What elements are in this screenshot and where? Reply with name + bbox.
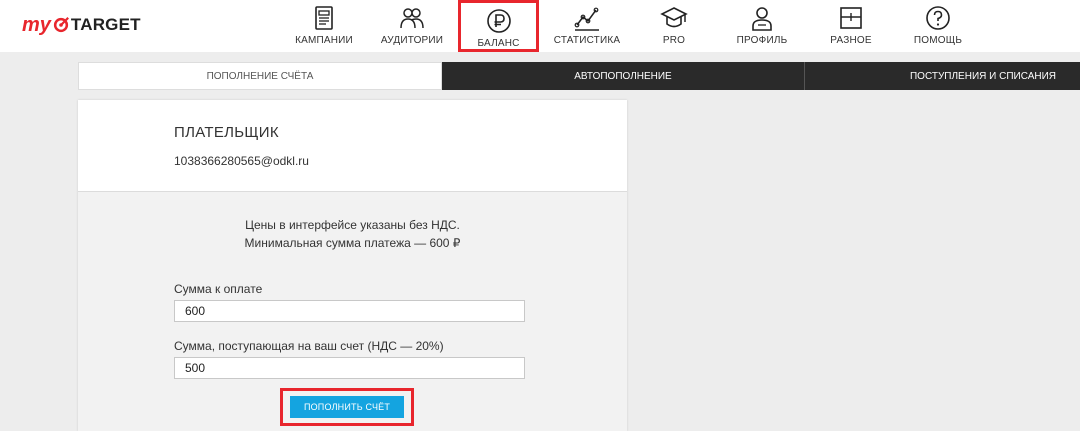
amount-label: Сумма к оплате (174, 282, 263, 296)
ruble-icon (486, 9, 511, 33)
document-icon (315, 6, 333, 30)
nav-statistics[interactable]: СТАТИСТИКА (553, 0, 621, 52)
nav-misc[interactable]: РАЗНОЕ (829, 0, 873, 52)
tab-transactions[interactable]: ПОСТУПЛЕНИЯ И СПИСАНИЯ (805, 62, 1080, 90)
nav-label: КАМПАНИИ (295, 35, 353, 46)
nav-help[interactable]: ПОМОЩЬ (912, 0, 964, 52)
tab-top-up[interactable]: ПОПОЛНЕНИЕ СЧЁТА (78, 62, 442, 90)
top-header: my TARGET КАМПАНИИ АУДИТОРИИ БАЛАНС СТАТ… (0, 0, 1080, 52)
nav-campaigns[interactable]: КАМПАНИИ (295, 0, 353, 52)
nav-pro[interactable]: PRO (656, 0, 692, 52)
chart-icon (574, 7, 599, 31)
mytarget-logo[interactable]: my TARGET (22, 10, 141, 40)
nav-audiences[interactable]: АУДИТОРИИ (380, 0, 444, 52)
nav-label: СТАТИСТИКА (553, 35, 621, 46)
received-amount-input[interactable]: 500 (174, 357, 525, 379)
grid-icon (840, 7, 862, 29)
person-icon (752, 7, 772, 31)
nav-label: PRO (662, 35, 686, 46)
logo-mark-icon (53, 17, 69, 33)
min-payment-note-line: Минимальная сумма платежа — 600 ₽ (244, 236, 461, 250)
top-up-card: ПЛАТЕЛЬЩИК 1038366280565@odkl.ru Цены в … (78, 100, 627, 431)
balance-tabs: ПОПОЛНЕНИЕ СЧЁТА АВТОПОПОЛНЕНИЕ ПОСТУПЛЕ… (78, 62, 1080, 90)
help-icon (926, 6, 950, 30)
nav-balance[interactable]: БАЛАНС (458, 0, 539, 52)
top-up-button[interactable]: ПОПОЛНИТЬ СЧЁТ (290, 396, 404, 418)
vat-note-line: Цены в интерфейсе указаны без НДС. (245, 218, 460, 232)
graduation-cap-icon (660, 7, 688, 28)
nav-label: ПОМОЩЬ (913, 35, 963, 46)
payer-email: 1038366280565@odkl.ru (174, 154, 309, 168)
nav-label: БАЛАНС (477, 38, 520, 49)
nav-profile[interactable]: ПРОФИЛЬ (736, 0, 788, 52)
tab-auto-top-up[interactable]: АВТОПОПОЛНЕНИЕ (442, 62, 805, 90)
nav-label: АУДИТОРИИ (380, 35, 444, 46)
payer-title: ПЛАТЕЛЬЩИК (174, 124, 279, 141)
payer-section: ПЛАТЕЛЬЩИК 1038366280565@odkl.ru (78, 100, 627, 192)
vat-note: Цены в интерфейсе указаны без НДС. Миним… (78, 216, 627, 252)
amount-input[interactable]: 600 (174, 300, 525, 322)
nav-label: РАЗНОЕ (830, 35, 872, 46)
nav-label: ПРОФИЛЬ (736, 35, 788, 46)
logo-target-text: TARGET (70, 15, 141, 34)
received-amount-label: Сумма, поступающая на ваш счет (НДС — 20… (174, 339, 444, 353)
audience-icon (400, 8, 424, 29)
logo-my-text: my (22, 13, 51, 36)
